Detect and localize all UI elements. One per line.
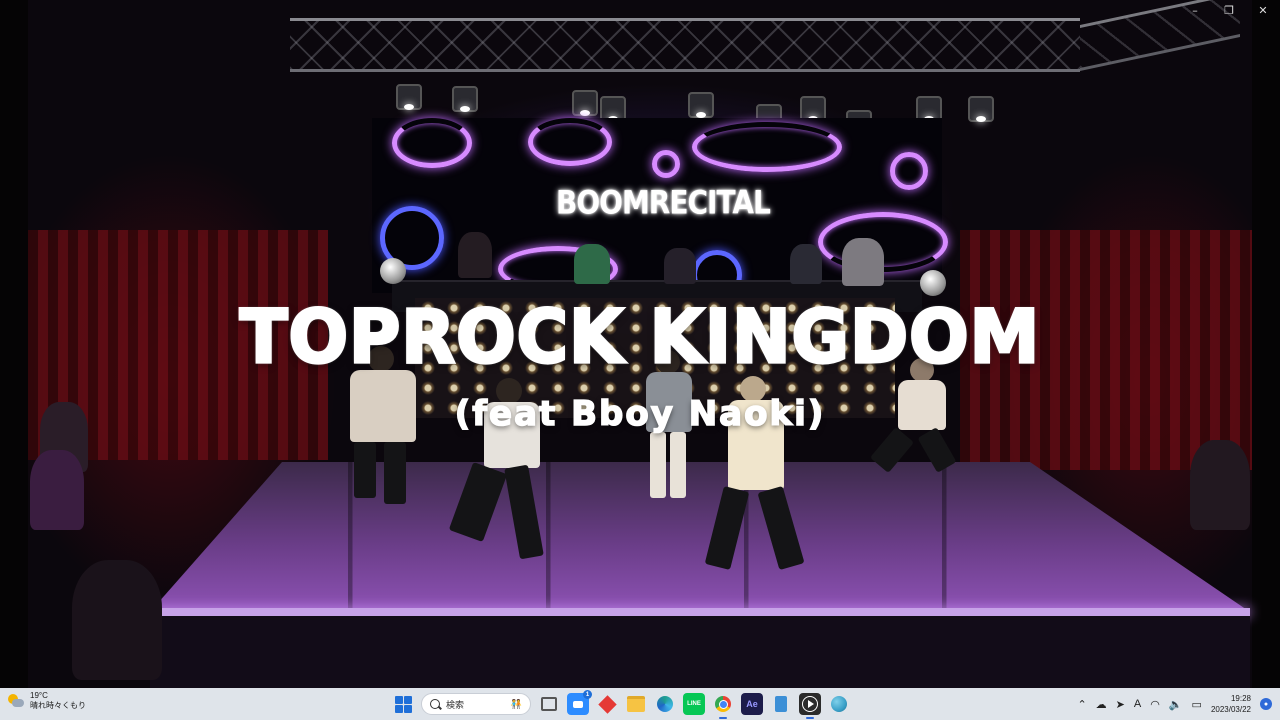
dj-person <box>574 244 610 284</box>
chevron-up-icon[interactable]: ⌃ <box>1077 698 1086 711</box>
edge-icon[interactable] <box>654 693 676 715</box>
stage-light <box>968 96 994 122</box>
audience-member <box>72 560 162 680</box>
wifi-icon[interactable]: ◠ <box>1150 698 1160 711</box>
minimize-button[interactable]: – <box>1178 0 1212 20</box>
neon-circle <box>890 152 928 190</box>
stage-light <box>396 84 422 110</box>
audience-member <box>1190 440 1250 530</box>
clock[interactable]: 19:28 2023/03/22 <box>1211 693 1251 715</box>
neon-shape <box>392 118 472 168</box>
notification-icon[interactable]: ● <box>1260 698 1272 710</box>
disco-ball <box>380 258 406 284</box>
send-icon[interactable]: ➤ <box>1116 698 1125 711</box>
battery-icon[interactable]: ▭ <box>1192 698 1202 711</box>
search-input[interactable]: 検索 🧑‍🤝‍🧑 <box>421 693 531 715</box>
volume-icon[interactable]: 🔈 <box>1169 698 1183 711</box>
video-subtitle: (feat Bboy Naoki) <box>454 393 826 435</box>
line-icon[interactable]: LINE <box>683 693 705 715</box>
chrome-icon[interactable] <box>712 693 734 719</box>
stage-light <box>572 90 598 116</box>
dance-stage <box>150 462 1250 612</box>
weather-description: 晴れ時々くもり <box>30 701 86 710</box>
dj-person <box>458 232 492 278</box>
neon-shape <box>528 118 612 166</box>
stage-light <box>688 92 714 118</box>
search-icon <box>430 699 440 709</box>
after-effects-icon[interactable]: Ae <box>741 693 763 715</box>
clock-date: 2023/03/22 <box>1210 705 1251 714</box>
windows-start-icon[interactable] <box>392 693 414 715</box>
zoom-icon[interactable]: 1 <box>567 690 592 715</box>
video-title: TOPROCK KINGDOM <box>238 292 1041 381</box>
taskbar: 19°C 晴れ時々くもり 検索 🧑‍🤝‍🧑 1 LINE <box>0 688 1280 720</box>
system-tray: ⌃ ☁ ➤ A ◠ 🔈 ▭ 19:28 2023/03/22 ● <box>1077 691 1272 717</box>
dj-person <box>664 248 696 284</box>
partly-cloudy-icon <box>8 694 24 708</box>
disco-ball <box>920 270 946 296</box>
weather-temperature: 19°C <box>30 691 48 700</box>
stage-edge-light <box>150 608 1250 616</box>
folder-icon[interactable] <box>625 693 647 715</box>
globe-icon[interactable] <box>828 693 850 715</box>
task-view-icon[interactable] <box>538 693 560 715</box>
audience-member <box>30 450 84 530</box>
weather-widget[interactable]: 19°C 晴れ時々くもり <box>8 691 86 711</box>
lighting-truss <box>290 18 1080 72</box>
event-logo: BOOMRECITAL <box>556 183 771 222</box>
onedrive-icon[interactable]: ☁ <box>1096 698 1107 711</box>
dj-person <box>842 238 884 286</box>
media-player-icon[interactable] <box>799 693 821 719</box>
maximize-button[interactable]: ❐ <box>1212 0 1246 20</box>
dj-person <box>790 244 822 284</box>
close-button[interactable]: ✕ <box>1246 0 1280 20</box>
ime-mode-indicator[interactable]: A <box>1134 698 1141 710</box>
stage-light <box>452 86 478 112</box>
neon-circle <box>652 150 680 178</box>
taskbar-apps: 検索 🧑‍🤝‍🧑 1 LINE Ae <box>392 690 850 719</box>
search-placeholder: 検索 <box>446 699 465 710</box>
clock-time: 19:28 <box>1230 694 1251 703</box>
window-controls: – ❐ ✕ <box>1178 0 1280 20</box>
stage-front <box>150 616 1250 688</box>
search-highlight-icon: 🧑‍🤝‍🧑 <box>510 698 522 709</box>
neon-shape <box>692 122 842 172</box>
red-diamond-icon[interactable] <box>596 693 618 715</box>
video-frame[interactable]: BOOMRECITAL TOPROCK KINGDOM (feat Bboy N… <box>0 0 1280 688</box>
notepad-icon[interactable] <box>770 693 792 715</box>
